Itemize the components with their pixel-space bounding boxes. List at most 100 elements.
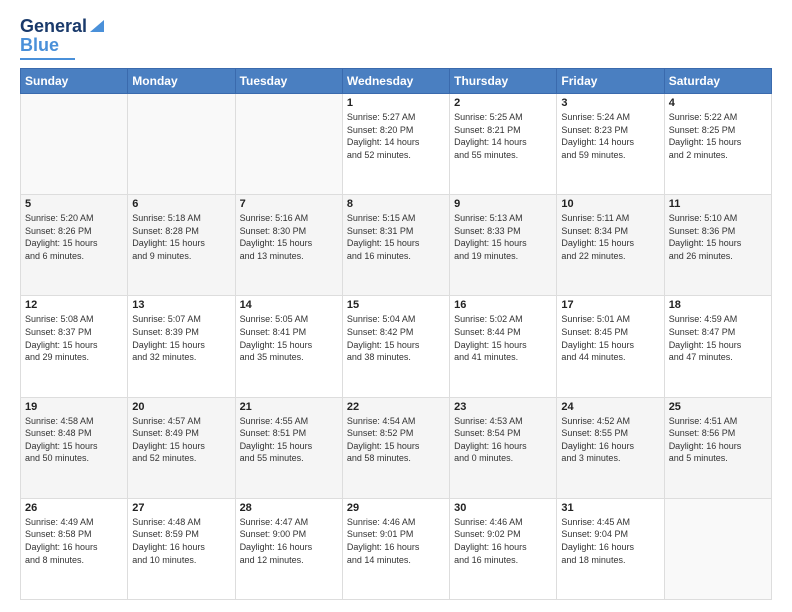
calendar-week-row: 5 Sunrise: 5:20 AM Sunset: 8:26 PM Daylig… — [21, 195, 772, 296]
day-number: 16 — [454, 299, 552, 311]
day-info: Sunrise: 4:46 AM Sunset: 9:02 PM Dayligh… — [454, 516, 552, 566]
calendar-cell: 20Sunrise: 4:57 AM Sunset: 8:49 PM Dayli… — [128, 397, 235, 498]
calendar-week-row: 26 Sunrise: 4:49 AM Sunset: 8:58 PM Dayli… — [21, 498, 772, 599]
calendar-header-row: SundayMondayTuesdayWednesdayThursdayFrid… — [21, 69, 772, 94]
day-info: Sunrise: 4:58 AM Sunset: 8:48 PM Dayligh… — [25, 415, 123, 465]
calendar-cell: 1 Sunrise: 5:27 AM Sunset: 8:20 PM Daylig… — [342, 94, 449, 195]
calendar-cell: 5 Sunrise: 5:20 AM Sunset: 8:26 PM Daylig… — [21, 195, 128, 296]
day-number: 2 — [454, 97, 552, 109]
logo-general-text: General — [20, 16, 87, 37]
day-info: Sunrise: 5:11 AM Sunset: 8:34 PM Dayligh… — [561, 212, 659, 262]
day-number: 29 — [347, 502, 445, 514]
calendar-cell: 10 Sunrise: 5:11 AM Sunset: 8:34 PM Dayli… — [557, 195, 664, 296]
calendar-cell: 24 Sunrise: 4:52 AM Sunset: 8:55 PM Dayli… — [557, 397, 664, 498]
day-info: Sunrise: 5:10 AM Sunset: 8:36 PM Dayligh… — [669, 212, 767, 262]
calendar-cell: 15 Sunrise: 5:04 AM Sunset: 8:42 PM Dayli… — [342, 296, 449, 397]
day-info: Sunrise: 5:01 AM Sunset: 8:45 PM Dayligh… — [561, 313, 659, 363]
day-info: Sunrise: 5:02 AM Sunset: 8:44 PM Dayligh… — [454, 313, 552, 363]
calendar-cell: 3Sunrise: 5:24 AM Sunset: 8:23 PM Daylig… — [557, 94, 664, 195]
day-number: 28 — [240, 502, 338, 514]
calendar-cell: 7 Sunrise: 5:16 AM Sunset: 8:30 PM Daylig… — [235, 195, 342, 296]
calendar-cell: 31 Sunrise: 4:45 AM Sunset: 9:04 PM Dayli… — [557, 498, 664, 599]
day-number: 12 — [25, 299, 123, 311]
day-number: 6 — [132, 198, 230, 210]
day-number: 4 — [669, 97, 767, 109]
logo-underline — [20, 58, 75, 60]
day-info: Sunrise: 5:20 AM Sunset: 8:26 PM Dayligh… — [25, 212, 123, 262]
day-info: Sunrise: 4:49 AM Sunset: 8:58 PM Dayligh… — [25, 516, 123, 566]
calendar-cell: 21 Sunrise: 4:55 AM Sunset: 8:51 PM Dayli… — [235, 397, 342, 498]
calendar-week-row: 1 Sunrise: 5:27 AM Sunset: 8:20 PM Daylig… — [21, 94, 772, 195]
calendar-cell: 27Sunrise: 4:48 AM Sunset: 8:59 PM Dayli… — [128, 498, 235, 599]
day-info: Sunrise: 5:25 AM Sunset: 8:21 PM Dayligh… — [454, 111, 552, 161]
day-number: 15 — [347, 299, 445, 311]
day-number: 17 — [561, 299, 659, 311]
calendar-cell: 13Sunrise: 5:07 AM Sunset: 8:39 PM Dayli… — [128, 296, 235, 397]
day-number: 30 — [454, 502, 552, 514]
calendar-cell: 25Sunrise: 4:51 AM Sunset: 8:56 PM Dayli… — [664, 397, 771, 498]
day-header-sunday: Sunday — [21, 69, 128, 94]
day-info: Sunrise: 4:48 AM Sunset: 8:59 PM Dayligh… — [132, 516, 230, 566]
day-info: Sunrise: 4:54 AM Sunset: 8:52 PM Dayligh… — [347, 415, 445, 465]
logo-triangle-icon — [88, 16, 106, 34]
day-info: Sunrise: 4:47 AM Sunset: 9:00 PM Dayligh… — [240, 516, 338, 566]
calendar-cell: 19Sunrise: 4:58 AM Sunset: 8:48 PM Dayli… — [21, 397, 128, 498]
calendar-week-row: 12 Sunrise: 5:08 AM Sunset: 8:37 PM Dayli… — [21, 296, 772, 397]
day-number: 26 — [25, 502, 123, 514]
day-header-saturday: Saturday — [664, 69, 771, 94]
day-info: Sunrise: 5:13 AM Sunset: 8:33 PM Dayligh… — [454, 212, 552, 262]
calendar-cell: 22 Sunrise: 4:54 AM Sunset: 8:52 PM Dayli… — [342, 397, 449, 498]
day-number: 24 — [561, 401, 659, 413]
day-info: Sunrise: 4:45 AM Sunset: 9:04 PM Dayligh… — [561, 516, 659, 566]
day-number: 13 — [132, 299, 230, 311]
calendar-cell: 30 Sunrise: 4:46 AM Sunset: 9:02 PM Dayli… — [450, 498, 557, 599]
calendar-cell: 9 Sunrise: 5:13 AM Sunset: 8:33 PM Daylig… — [450, 195, 557, 296]
day-number: 23 — [454, 401, 552, 413]
calendar-week-row: 19Sunrise: 4:58 AM Sunset: 8:48 PM Dayli… — [21, 397, 772, 498]
calendar-cell: 26 Sunrise: 4:49 AM Sunset: 8:58 PM Dayli… — [21, 498, 128, 599]
calendar-cell: 17 Sunrise: 5:01 AM Sunset: 8:45 PM Dayli… — [557, 296, 664, 397]
day-header-tuesday: Tuesday — [235, 69, 342, 94]
calendar-cell: 12 Sunrise: 5:08 AM Sunset: 8:37 PM Dayli… — [21, 296, 128, 397]
day-info: Sunrise: 5:08 AM Sunset: 8:37 PM Dayligh… — [25, 313, 123, 363]
day-header-friday: Friday — [557, 69, 664, 94]
day-number: 7 — [240, 198, 338, 210]
logo: General Blue — [20, 16, 106, 60]
calendar-cell: 18 Sunrise: 4:59 AM Sunset: 8:47 PM Dayli… — [664, 296, 771, 397]
day-info: Sunrise: 5:16 AM Sunset: 8:30 PM Dayligh… — [240, 212, 338, 262]
calendar-table: SundayMondayTuesdayWednesdayThursdayFrid… — [20, 68, 772, 600]
day-number: 10 — [561, 198, 659, 210]
day-info: Sunrise: 5:27 AM Sunset: 8:20 PM Dayligh… — [347, 111, 445, 161]
logo-blue-text: Blue — [20, 35, 59, 56]
day-header-thursday: Thursday — [450, 69, 557, 94]
calendar-cell — [21, 94, 128, 195]
day-number: 22 — [347, 401, 445, 413]
day-number: 20 — [132, 401, 230, 413]
day-info: Sunrise: 4:59 AM Sunset: 8:47 PM Dayligh… — [669, 313, 767, 363]
day-info: Sunrise: 4:52 AM Sunset: 8:55 PM Dayligh… — [561, 415, 659, 465]
calendar-cell: 23 Sunrise: 4:53 AM Sunset: 8:54 PM Dayli… — [450, 397, 557, 498]
calendar-cell: 16 Sunrise: 5:02 AM Sunset: 8:44 PM Dayli… — [450, 296, 557, 397]
day-number: 14 — [240, 299, 338, 311]
day-number: 21 — [240, 401, 338, 413]
day-info: Sunrise: 4:53 AM Sunset: 8:54 PM Dayligh… — [454, 415, 552, 465]
day-number: 5 — [25, 198, 123, 210]
day-info: Sunrise: 5:24 AM Sunset: 8:23 PM Dayligh… — [561, 111, 659, 161]
calendar-cell: 6 Sunrise: 5:18 AM Sunset: 8:28 PM Daylig… — [128, 195, 235, 296]
day-number: 9 — [454, 198, 552, 210]
header: General Blue — [20, 16, 772, 60]
day-info: Sunrise: 5:05 AM Sunset: 8:41 PM Dayligh… — [240, 313, 338, 363]
day-header-monday: Monday — [128, 69, 235, 94]
day-info: Sunrise: 4:55 AM Sunset: 8:51 PM Dayligh… — [240, 415, 338, 465]
calendar-cell — [128, 94, 235, 195]
calendar-cell: 11Sunrise: 5:10 AM Sunset: 8:36 PM Dayli… — [664, 195, 771, 296]
day-number: 8 — [347, 198, 445, 210]
day-number: 1 — [347, 97, 445, 109]
page: General Blue SundayMondayTuesdayWednesda… — [0, 0, 792, 612]
day-number: 31 — [561, 502, 659, 514]
calendar-cell: 14 Sunrise: 5:05 AM Sunset: 8:41 PM Dayli… — [235, 296, 342, 397]
day-info: Sunrise: 5:15 AM Sunset: 8:31 PM Dayligh… — [347, 212, 445, 262]
day-info: Sunrise: 5:18 AM Sunset: 8:28 PM Dayligh… — [132, 212, 230, 262]
day-info: Sunrise: 5:04 AM Sunset: 8:42 PM Dayligh… — [347, 313, 445, 363]
day-number: 18 — [669, 299, 767, 311]
